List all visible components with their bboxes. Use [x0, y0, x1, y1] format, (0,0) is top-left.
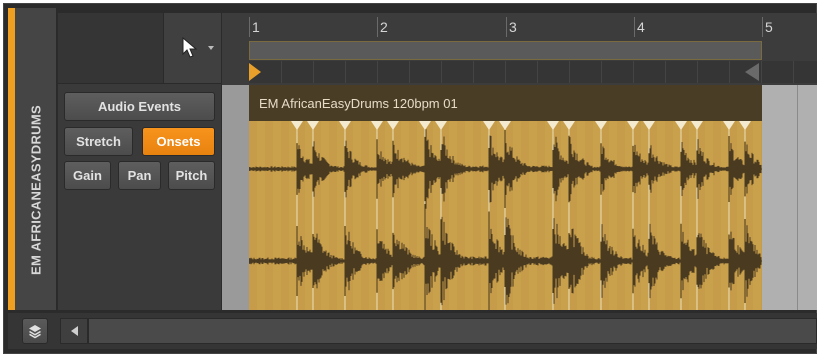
bar-label: 4 [637, 19, 645, 35]
clip-stripe [473, 121, 481, 310]
waveform [249, 121, 762, 310]
audio-events-button[interactable]: Audio Events [64, 92, 215, 121]
audio-clip[interactable]: EM AfricanEasyDrums 120bpm 01 [249, 85, 762, 310]
grid-line [793, 61, 794, 83]
grid-line [633, 61, 634, 83]
bar-tick [506, 17, 507, 37]
clip-stripe [665, 121, 673, 310]
clip-stripe [249, 121, 257, 310]
clip-stripe [585, 121, 593, 310]
grid-line [409, 61, 410, 83]
loop-start-handle[interactable] [249, 63, 261, 81]
clip-header[interactable]: EM AfricanEasyDrums 120bpm 01 [249, 85, 762, 121]
pan-button[interactable]: Pan [118, 161, 161, 190]
grid-line [281, 61, 282, 83]
pitch-button[interactable]: Pitch [168, 161, 215, 190]
track-color-strip [8, 8, 15, 310]
clip-stripe [537, 121, 545, 310]
grid-line [473, 61, 474, 83]
layers-button[interactable] [22, 318, 48, 344]
bottom-bar [8, 313, 817, 349]
grid-line [377, 61, 378, 83]
bar-label: 1 [252, 19, 260, 35]
clip-stripe [361, 121, 369, 310]
grid-line [761, 61, 762, 83]
clip-stripe [329, 121, 337, 310]
pointer-arrow-icon [182, 37, 198, 58]
clip-stripe [761, 121, 762, 310]
timeline-ruler[interactable]: 1 2 3 4 5 [222, 13, 817, 85]
clip-stripe [265, 121, 273, 310]
grid-line [729, 61, 730, 83]
chevron-down-icon[interactable] [208, 46, 214, 50]
clip-title: EM AfricanEasyDrums 120bpm 01 [259, 96, 458, 111]
grid-line [313, 61, 314, 83]
lane-gutter [222, 85, 249, 310]
clip-stripe [745, 121, 753, 310]
grid-line [569, 61, 570, 83]
bar-line [797, 85, 798, 310]
scroll-left-icon [70, 326, 78, 336]
layers-icon [29, 325, 41, 339]
stretch-button[interactable]: Stretch [64, 127, 133, 156]
inspector-header-blank [58, 13, 163, 83]
loop-region[interactable] [249, 41, 762, 60]
horizontal-scrollbar[interactable] [88, 318, 817, 344]
bar-label: 2 [380, 19, 388, 35]
bar-label: 3 [509, 19, 517, 35]
clip-stripe [617, 121, 625, 310]
audio-inspector: Audio Events Stretch Onsets Gain Pan Pit… [58, 83, 221, 310]
clip-stripe [713, 121, 721, 310]
scroll-left-button[interactable] [60, 318, 88, 344]
bar-tick [377, 17, 378, 37]
marker-lane[interactable] [249, 61, 817, 83]
loop-end-handle[interactable] [745, 63, 759, 81]
bar-tick [249, 17, 250, 37]
grid-line [345, 61, 346, 83]
clip-stripe [457, 121, 465, 310]
bar-tick [762, 17, 763, 37]
clip-stripe [281, 121, 289, 310]
track-header[interactable]: EM AFRICANEASYDRUMS [15, 8, 57, 310]
grid-line [697, 61, 698, 83]
grid-line [505, 61, 506, 83]
onsets-button[interactable]: Onsets [142, 127, 215, 156]
bar-tick [634, 17, 635, 37]
bar-ruler: 1 2 3 4 5 [222, 13, 817, 41]
grid-line [665, 61, 666, 83]
grid-line [601, 61, 602, 83]
gain-button[interactable]: Gain [64, 161, 111, 190]
arrangement-lane[interactable]: EM AfricanEasyDrums 120bpm 01 [222, 85, 817, 310]
grid-line [441, 61, 442, 83]
track-name-label: EM AFRICANEASYDRUMS [28, 105, 44, 275]
track-name: EM AFRICANEASYDRUMS [15, 8, 57, 310]
bar-label: 5 [765, 19, 773, 35]
tool-selector[interactable] [163, 13, 221, 83]
grid-line [537, 61, 538, 83]
clip-stripe [521, 121, 529, 310]
clip-stripe [377, 121, 385, 310]
clip-stripe [409, 121, 417, 310]
lane-empty-region[interactable] [762, 85, 817, 310]
